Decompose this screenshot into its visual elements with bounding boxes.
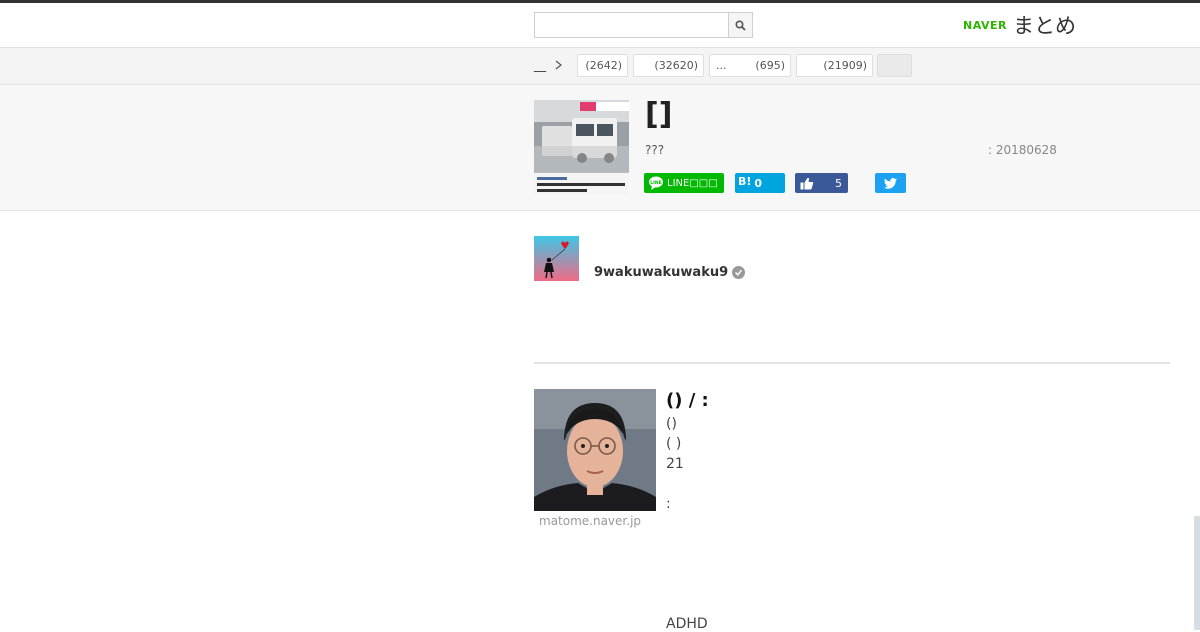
category-chip-name: ... (716, 59, 727, 72)
portrait-photo[interactable] (534, 389, 656, 511)
author-avatar[interactable] (534, 236, 579, 281)
category-chip-count: (695) (755, 59, 785, 72)
chevron-right-icon (555, 60, 562, 70)
category-bar: __ (2642) (32620) ... (695) (21909) (0, 48, 1200, 85)
page-title: [] (645, 97, 673, 132)
search-button[interactable] (729, 12, 753, 38)
search-input[interactable] (534, 12, 729, 38)
thumbs-up-icon (800, 177, 814, 189)
category-chip[interactable]: (2642) (577, 54, 628, 77)
hatena-icon: B! (738, 174, 752, 188)
item-heading: () / : (666, 390, 709, 411)
category-chip-count: (2642) (585, 59, 622, 72)
page-description: ??? (645, 143, 665, 157)
category-chip[interactable]: (21909) (796, 54, 873, 77)
image-source-link[interactable]: matome.naver.jp (539, 514, 641, 528)
logo-service-text: まとめ (1012, 14, 1076, 38)
hatena-bookmark-button[interactable]: B! 0 (735, 173, 785, 193)
item-text-line: 21 (666, 456, 684, 472)
twitter-icon (884, 177, 897, 189)
site-header: NAVER まとめ (0, 3, 1200, 48)
verified-check-icon (732, 266, 745, 279)
category-chip-count: (32620) (654, 59, 698, 72)
update-date: : 20180628 (988, 143, 1057, 157)
category-chip-count: (21909) (823, 59, 867, 72)
article-header: [] ??? : 20180628 LINE LINE□□□ B! 0 5 (0, 85, 1200, 211)
line-share-button[interactable]: LINE LINE□□□ (644, 173, 724, 193)
twitter-share-button[interactable] (875, 173, 906, 193)
search-icon (735, 19, 746, 31)
line-share-label: LINE□□□ (667, 177, 718, 189)
like-count: 5 (835, 176, 842, 190)
article-thumbnail[interactable] (534, 100, 629, 195)
category-chip[interactable]: ... (695) (709, 54, 791, 77)
facebook-like-button[interactable]: 5 (795, 173, 848, 193)
scrollbar[interactable] (1194, 516, 1200, 630)
hatena-count: 0 (754, 176, 763, 190)
avatar-image (534, 236, 579, 281)
breadcrumb-home[interactable]: __ (534, 58, 546, 72)
thumbnail-image (534, 100, 629, 195)
logo-brand-text: NAVER (963, 18, 1007, 32)
category-chip[interactable]: (32620) (633, 54, 704, 77)
line-icon: LINE (649, 176, 663, 190)
author-name[interactable]: 9wakuwakuwaku9 (594, 265, 728, 280)
svg-text:LINE: LINE (650, 180, 661, 186)
item-text-line: () (666, 416, 677, 432)
portrait-image (534, 389, 656, 511)
section-divider (534, 362, 1170, 364)
item-text-line: ( ) (666, 436, 682, 452)
naver-matome-logo[interactable]: NAVER まとめ (963, 11, 1076, 39)
item-text-line: : (666, 496, 671, 512)
category-chip-more[interactable] (877, 54, 912, 77)
